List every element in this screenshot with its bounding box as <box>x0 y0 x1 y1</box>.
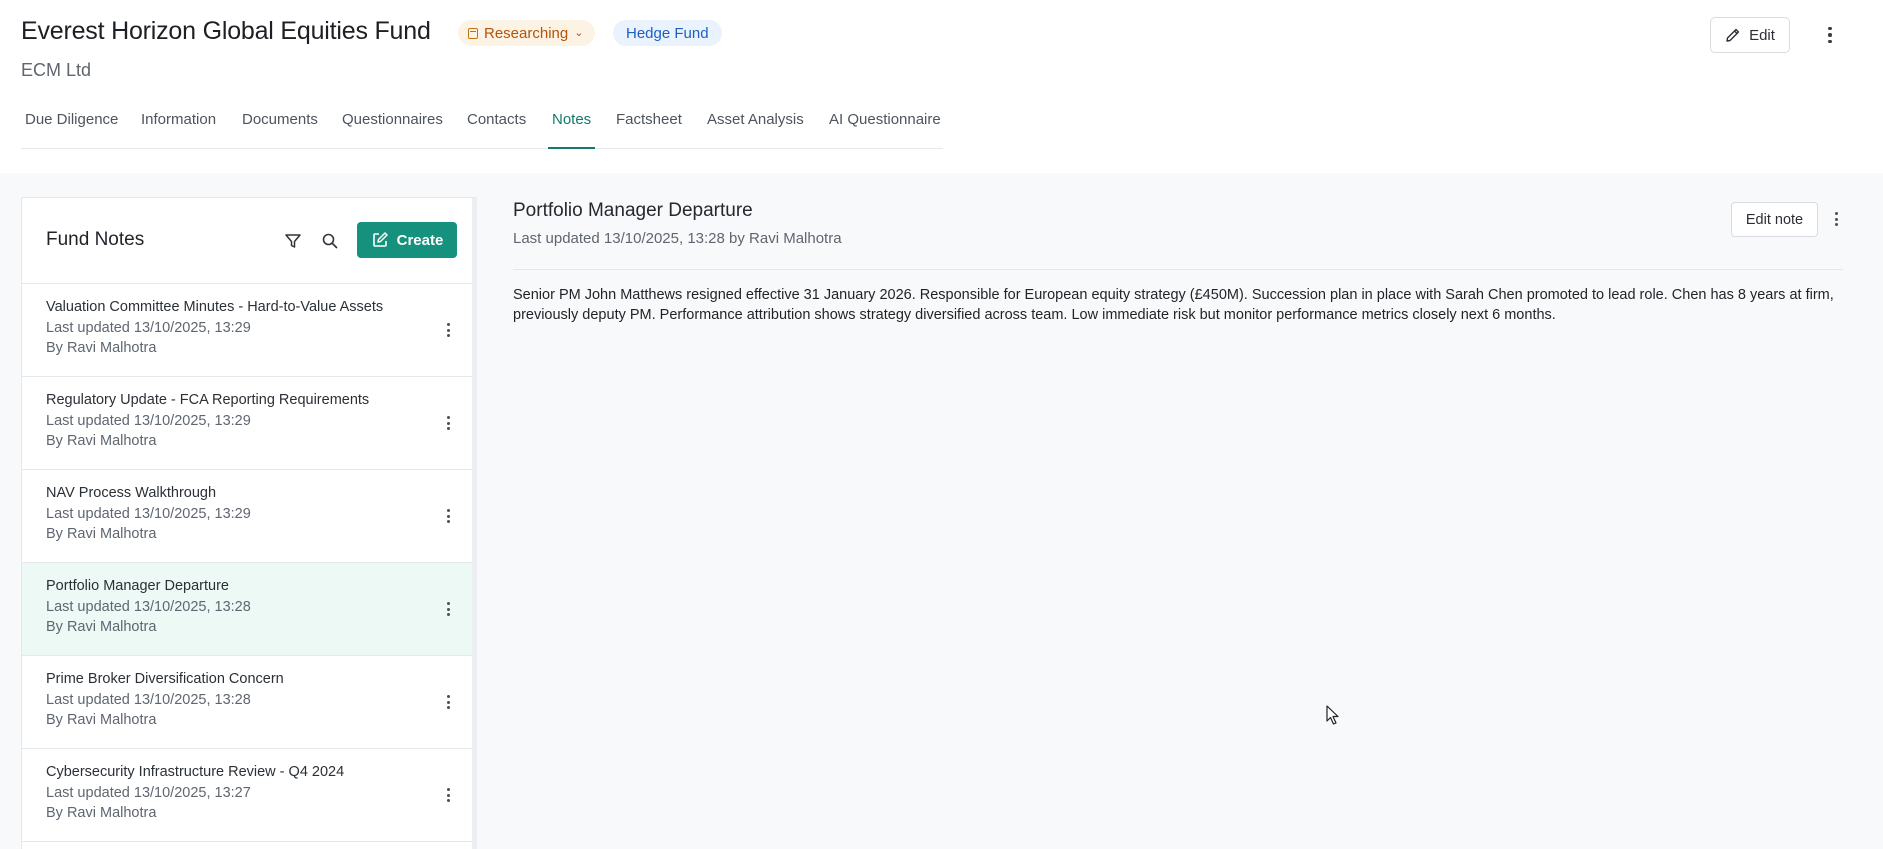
note-options-icon[interactable] <box>442 786 454 804</box>
filter-icon[interactable] <box>284 232 302 250</box>
tab-due-diligence[interactable]: Due Diligence <box>25 111 118 149</box>
note-author: By Ravi Malhotra <box>46 433 157 449</box>
note-updated: Last updated 13/10/2025, 13:29 <box>46 413 251 429</box>
tab-factsheet[interactable]: Factsheet <box>616 111 682 149</box>
mouse-cursor-icon <box>1326 705 1339 725</box>
note-updated: Last updated 13/10/2025, 13:29 <box>46 320 251 336</box>
edit-fund-label: Edit <box>1749 26 1775 44</box>
note-item[interactable]: Prime Broker Diversification Concern Las… <box>22 656 472 749</box>
status-dropdown[interactable]: Researching ⌄ <box>458 20 596 46</box>
note-options-icon[interactable] <box>442 693 454 711</box>
fund-header: Everest Horizon Global Equities Fund Res… <box>0 0 1883 173</box>
note-author: By Ravi Malhotra <box>46 712 157 728</box>
tab-information[interactable]: Information <box>141 111 216 149</box>
note-author: By Ravi Malhotra <box>46 340 157 356</box>
tab-questionnaires[interactable]: Questionnaires <box>342 111 443 149</box>
note-author: By Ravi Malhotra <box>46 619 157 635</box>
note-options-icon[interactable] <box>442 600 454 618</box>
note-title: Portfolio Manager Departure <box>46 578 229 594</box>
note-author: By Ravi Malhotra <box>46 526 157 542</box>
note-options-icon[interactable] <box>442 321 454 339</box>
manager-name: ECM Ltd <box>21 60 92 80</box>
detail-divider <box>513 269 1843 270</box>
search-icon[interactable] <box>321 232 339 250</box>
fund-tabs: Due Diligence Information Documents Ques… <box>21 104 943 149</box>
create-note-button[interactable]: Create <box>357 222 457 258</box>
note-updated: Last updated 13/10/2025, 13:28 <box>46 599 251 615</box>
note-detail-meta: Last updated 13/10/2025, 13:28 by Ravi M… <box>513 230 842 247</box>
note-item[interactable]: Regulatory Update - FCA Reporting Requir… <box>22 377 472 470</box>
edit-note-button[interactable]: Edit note <box>1731 202 1818 237</box>
notes-panel-title: Fund Notes <box>46 229 145 250</box>
note-detail-body: Senior PM John Matthews resigned effecti… <box>513 287 1834 323</box>
note-title: NAV Process Walkthrough <box>46 485 217 501</box>
chevron-down-icon: ⌄ <box>574 26 584 39</box>
tab-notes[interactable]: Notes <box>547 111 596 149</box>
note-title: Prime Broker Diversification Concern <box>46 671 284 687</box>
note-updated: Last updated 13/10/2025, 13:28 <box>46 692 251 708</box>
note-detail-title: Portfolio Manager Departure <box>513 200 753 221</box>
more-options-icon[interactable] <box>1818 22 1842 48</box>
fund-type-badge: Hedge Fund <box>613 20 722 46</box>
calendar-icon <box>468 27 478 39</box>
tab-ai-questionnaire[interactable]: AI Questionnaire <box>829 111 941 149</box>
note-title: Valuation Committee Minutes - Hard-to-Va… <box>46 299 384 315</box>
note-options-icon[interactable] <box>442 414 454 432</box>
note-updated: Last updated 13/10/2025, 13:29 <box>46 506 251 522</box>
edit-square-icon <box>372 232 388 247</box>
note-item-selected[interactable]: Portfolio Manager Departure Last updated… <box>22 563 472 656</box>
edit-fund-button[interactable]: Edit <box>1710 17 1790 53</box>
note-item[interactable]: Cybersecurity Infrastructure Review - Q4… <box>22 749 472 842</box>
note-title: Cybersecurity Infrastructure Review - Q4… <box>46 764 345 780</box>
tab-documents[interactable]: Documents <box>242 111 318 149</box>
fund-notes-panel: Fund Notes Create Valuation Committee Mi… <box>21 197 477 849</box>
note-title: Regulatory Update - FCA Reporting Requir… <box>46 392 370 408</box>
note-detail-options-icon[interactable] <box>1830 207 1842 231</box>
note-options-icon[interactable] <box>442 507 454 525</box>
notes-panel-header: Fund Notes Create <box>22 198 472 284</box>
pencil-icon <box>1726 28 1740 42</box>
tab-asset-analysis[interactable]: Asset Analysis <box>707 111 804 149</box>
note-updated: Last updated 13/10/2025, 13:27 <box>46 785 251 801</box>
status-label: Researching <box>484 24 569 42</box>
note-item[interactable]: NAV Process Walkthrough Last updated 13/… <box>22 470 472 563</box>
create-label: Create <box>396 231 444 249</box>
fund-title: Everest Horizon Global Equities Fund <box>21 17 431 45</box>
tab-contacts[interactable]: Contacts <box>467 111 526 149</box>
note-author: By Ravi Malhotra <box>46 805 157 821</box>
note-item[interactable]: Valuation Committee Minutes - Hard-to-Va… <box>22 284 472 377</box>
